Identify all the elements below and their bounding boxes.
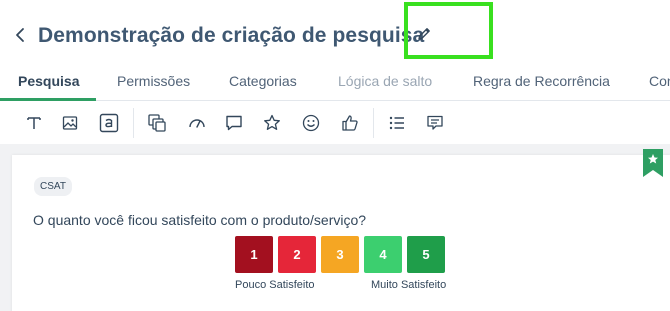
toolbar-divider — [133, 108, 134, 138]
question-type-badge: CSAT — [34, 177, 72, 196]
image-icon[interactable] — [58, 111, 82, 135]
score-4-button[interactable]: 4 — [364, 236, 402, 273]
star-icon[interactable] — [260, 111, 284, 135]
question-toolbar — [0, 102, 670, 144]
pencil-icon[interactable] — [414, 24, 434, 44]
tab-categorias[interactable]: Categorias — [229, 73, 297, 89]
list-icon[interactable] — [385, 111, 409, 135]
tab-regra-de-recorrencia[interactable]: Regra de Recorrência — [473, 73, 610, 89]
answer-text-icon[interactable] — [97, 111, 121, 135]
score-3-button[interactable]: 3 — [321, 236, 359, 273]
page-header: Demonstração de criação de pesquisa — [0, 0, 670, 66]
tab-pesquisa[interactable]: Pesquisa — [18, 73, 79, 89]
chevron-left-icon[interactable] — [10, 25, 30, 45]
score-2-button[interactable]: 2 — [278, 236, 316, 273]
text-icon[interactable] — [22, 111, 46, 135]
tab-permissoes[interactable]: Permissões — [117, 73, 190, 89]
tab-overflow[interactable]: Con — [649, 73, 670, 89]
bookmark-star-icon[interactable] — [641, 149, 665, 179]
smiley-icon[interactable] — [299, 111, 323, 135]
multiple-choice-icon[interactable] — [145, 111, 169, 135]
scale-low-label: Pouco Satisfeito — [235, 279, 315, 291]
survey-canvas: CSAT O quanto você ficou satisfeito com … — [0, 144, 670, 311]
question-card[interactable]: CSAT O quanto você ficou satisfeito com … — [12, 149, 670, 311]
gauge-icon[interactable] — [185, 111, 209, 135]
question-text: O quanto você ficou satisfeito com o pro… — [33, 212, 367, 228]
score-5-button[interactable]: 5 — [407, 236, 445, 273]
tab-logica-de-salto[interactable]: Lógica de salto — [338, 73, 432, 89]
scale-high-label: Muito Satisfeito — [371, 279, 447, 291]
toolbar-divider — [373, 108, 374, 138]
message-icon[interactable] — [423, 111, 447, 135]
tab-bar: Pesquisa Permissões Categorias Lógica de… — [0, 66, 670, 101]
comment-icon[interactable] — [222, 111, 246, 135]
active-tab-indicator — [0, 98, 96, 101]
page-title: Demonstração de criação de pesquisa — [38, 24, 425, 47]
thumbs-up-icon[interactable] — [338, 111, 362, 135]
score-1-button[interactable]: 1 — [235, 236, 273, 273]
